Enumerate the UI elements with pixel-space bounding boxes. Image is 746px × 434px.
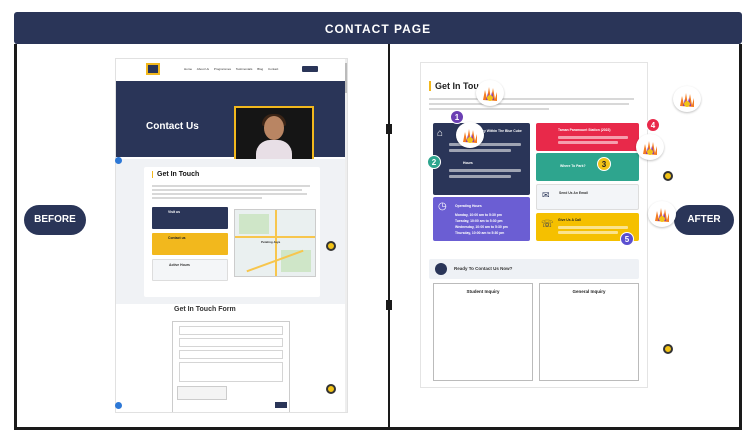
hours-box: ◷ Operating Hours Monday, 10:00 am to 5:… [433,197,530,241]
text-line [429,103,629,105]
after-label: AFTER [674,205,734,235]
annotation-badge-2: 2 [427,155,441,169]
contact-us-title: Contact us [168,236,186,240]
nav-item-contact[interactable]: Contact [268,67,278,71]
clock-icon: ◷ [438,201,447,212]
marker-dot [115,402,122,409]
email-field[interactable] [179,338,283,347]
marker-dot [663,171,673,181]
hand-annotation [476,80,504,106]
annotation-badge-1: 1 [450,110,464,124]
email-title: Send Us An Email [559,191,588,195]
nav-item-blog[interactable]: Blog [257,67,263,71]
text-line [152,193,307,195]
general-inquiry-title: General Inquiry [572,289,606,294]
hand-annotation [636,134,664,160]
active-hours-box: Active Hours [152,259,228,281]
marker-dot [663,344,673,354]
nav-item-testimonials[interactable]: Testimonials [236,67,253,71]
hand-annotation [456,122,484,148]
hand-annotation [648,201,676,227]
location-subtitle: Hours [463,161,473,165]
before-navbar: Home About Us Programmes Testimonials Bl… [116,59,347,81]
contact-cta-banner: Ready To Contact Us Now? [429,259,639,279]
map-label: Petaling Jaya [261,240,281,244]
scrollbar-thumb[interactable] [345,63,347,93]
hours-line: Wednesday, 10:00 am to 5:30 pm [455,225,508,229]
scrollbar[interactable] [345,59,347,412]
nav-item-home[interactable]: Home [184,67,192,71]
logo[interactable] [146,63,160,75]
annotation-badge-5: 5 [620,232,634,246]
student-inquiry-title: Student Inquiry [466,289,500,294]
chat-icon [435,263,447,275]
text-line [152,185,310,187]
parking-box[interactable]: Where To Park? [536,153,639,181]
hq-title: Taman Paramount Station (2022) [558,128,611,132]
hand-annotation [673,86,701,112]
visit-us-box: Visit us [152,207,228,229]
email-box[interactable]: ✉ Send Us An Email [536,184,639,210]
message-field[interactable] [179,362,283,382]
location-map[interactable]: Petaling Jaya [234,209,316,277]
nav-item-about[interactable]: About Us [197,67,209,71]
before-page: Home About Us Programmes Testimonials Bl… [115,58,348,413]
hero-banner: Contact Us [116,81,347,172]
annotation-badge-3: 3 [597,157,611,171]
marker-dot [326,241,336,251]
banner-text: Ready To Contact Us Now? [454,266,513,271]
phone-field[interactable] [179,350,283,359]
nav-item-programmes[interactable]: Programmes [214,67,231,71]
divider-marker [386,124,392,134]
nav-menu: Home About Us Programmes Testimonials Bl… [184,67,282,71]
header-title: CONTACT PAGE [324,22,432,36]
text-line [152,189,302,191]
home-icon: ⌂ [437,128,444,139]
hours-line: Thursday, 10:00 am to 5:30 pm [455,231,505,235]
submit-button[interactable] [275,402,287,408]
section-title: Get In Touch [152,171,199,178]
hours-line: Tuesday, 10:00 am to 5:30 pm [455,219,503,223]
name-field[interactable] [179,326,283,335]
text-line [429,98,634,100]
captcha-widget[interactable] [177,386,227,400]
marker-dot [115,157,122,164]
visit-us-title: Visit us [168,210,180,214]
contact-form [172,321,290,412]
hours-line: Monday, 10:00 am to 5:30 pm [455,213,502,217]
parking-title: Where To Park? [560,164,586,168]
active-hours-title: Active Hours [169,263,190,267]
general-inquiry-form[interactable]: General Inquiry [539,283,639,381]
contact-us-box: Contact us [152,233,228,255]
form-title: Get In Touch Form [174,306,236,313]
nav-cta-button[interactable] [302,66,318,72]
marker-dot [326,384,336,394]
hours-title: Operating Hours [455,204,482,208]
text-line [152,197,262,199]
phone-icon: ☏ [541,219,554,230]
divider-marker [386,300,392,310]
screenshot-frame: CONTACT PAGE BEFORE AFTER Home About Us … [0,0,746,434]
before-after-divider [388,44,390,430]
student-inquiry-form[interactable]: Student Inquiry [433,283,533,381]
page-header: CONTACT PAGE [14,12,742,44]
annotation-badge-4: 4 [646,118,660,132]
call-title: Give Us A Call [558,218,581,222]
text-line [429,108,549,110]
hq-box: Taman Paramount Station (2022) [536,123,639,151]
envelope-icon: ✉ [542,190,550,200]
hero-title: Contact Us [146,121,199,132]
before-label: BEFORE [24,205,86,235]
